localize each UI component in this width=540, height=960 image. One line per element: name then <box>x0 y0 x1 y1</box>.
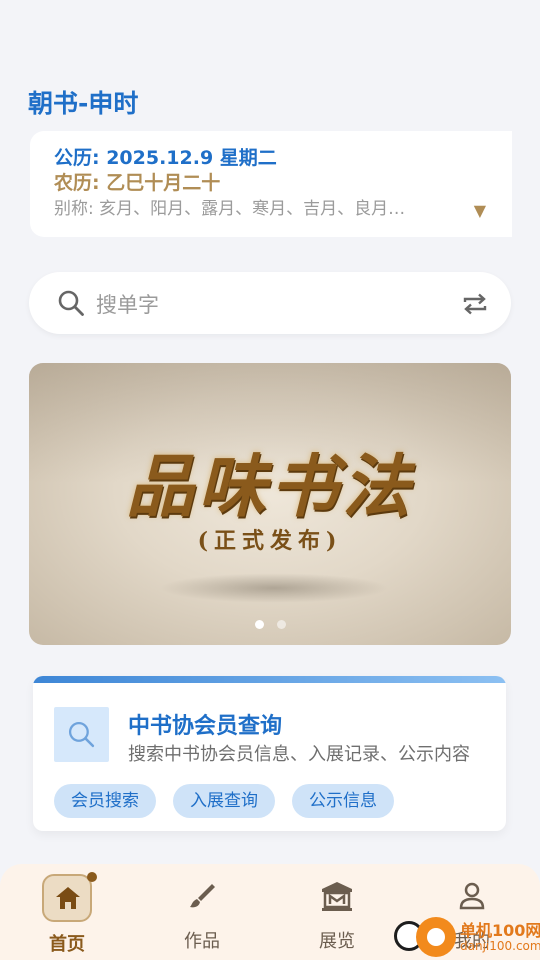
page-title: 朝书-申时 <box>28 89 139 118</box>
quick-action-chips: 会员搜索 入展查询 公示信息 <box>54 784 394 818</box>
carousel-dot[interactable] <box>277 620 286 629</box>
lunar-date: 农历: 乙巳十月二十 <box>54 172 221 194</box>
nav-label-exhibitions: 展览 <box>319 931 355 952</box>
home-icon-box <box>42 874 92 922</box>
banner-shadow <box>159 573 389 603</box>
member-search-icon-box <box>54 707 109 762</box>
search-bar[interactable]: 搜单字 <box>29 272 511 334</box>
nav-label-works: 作品 <box>184 931 220 952</box>
nav-label-home: 首页 <box>49 934 85 955</box>
notification-dot <box>87 872 97 882</box>
announcement-chip[interactable]: 公示信息 <box>292 784 394 818</box>
home-icon <box>56 887 80 909</box>
member-search-chip[interactable]: 会员搜索 <box>54 784 156 818</box>
watermark-name: 单机100网 <box>460 921 540 940</box>
expand-arrow-icon[interactable]: ▼ <box>474 201 486 220</box>
banner-subtitle: (正式发布) <box>197 528 343 554</box>
brush-icon <box>190 884 215 908</box>
exhibition-query-chip[interactable]: 入展查询 <box>173 784 275 818</box>
search-icon <box>58 290 84 316</box>
swap-icon[interactable] <box>461 290 489 318</box>
carousel-indicator[interactable] <box>255 620 286 629</box>
gregorian-date: 公历: 2025.12.9 星期二 <box>54 147 277 169</box>
search-input[interactable]: 搜单字 <box>96 289 159 319</box>
nav-item-works[interactable]: 作品 <box>152 864 252 960</box>
member-query-card[interactable]: 中书协会员查询 搜索中书协会员信息、入展记录、公示内容 会员搜索 入展查询 公示… <box>33 676 506 831</box>
site-watermark: 单机100网 danji100.com <box>392 915 540 960</box>
user-icon <box>459 882 485 910</box>
museum-icon <box>322 882 352 911</box>
member-card-description: 搜索中书协会员信息、入展记录、公示内容 <box>128 744 470 765</box>
banner-title: 品味书法 <box>125 447 414 527</box>
search-icon <box>68 721 95 748</box>
card-accent-bar <box>33 676 506 683</box>
watermark-logo-ring-icon <box>416 917 456 957</box>
carousel-dot[interactable] <box>255 620 264 629</box>
calendar-card[interactable]: 公历: 2025.12.9 星期二 农历: 乙巳十月二十 别称: 亥月、阳月、露… <box>30 131 512 237</box>
member-card-title: 中书协会员查询 <box>128 714 283 739</box>
watermark-url: danji100.com <box>460 939 540 953</box>
nav-item-home[interactable]: 首页 <box>17 864 117 960</box>
month-aliases: 别称: 亥月、阳月、露月、寒月、吉月、良月… <box>54 199 406 219</box>
promo-banner[interactable]: 品味书法 (正式发布) <box>29 363 511 645</box>
nav-item-exhibitions[interactable]: 展览 <box>287 864 387 960</box>
